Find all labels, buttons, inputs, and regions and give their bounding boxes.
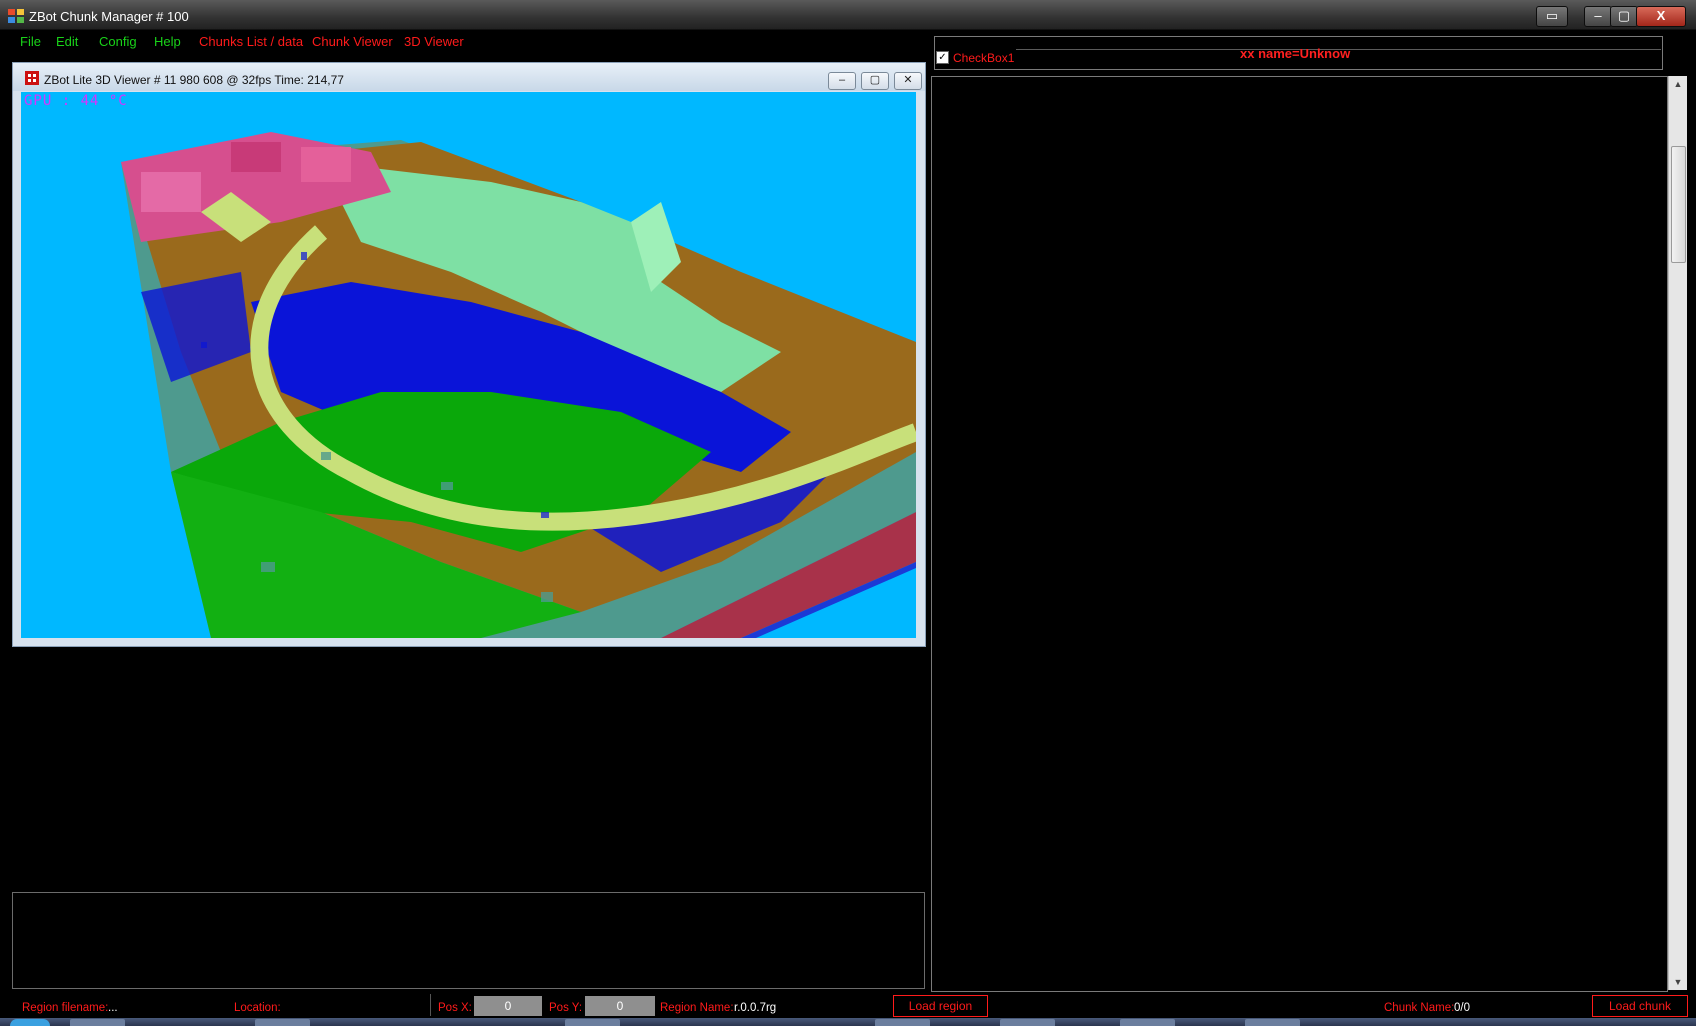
chunk-data-panel[interactable] xyxy=(931,76,1668,992)
viewer-window: ZBot Lite 3D Viewer # 11 980 608 @ 32fps… xyxy=(12,62,926,647)
menu-item-chunks-list-data[interactable]: Chunks List / data xyxy=(199,34,303,49)
chunk-name-display: xx name=Unknow xyxy=(1240,46,1351,61)
main-title-bar: ZBot Chunk Manager # 100 ▭ – ▢ X xyxy=(0,0,1696,30)
status-separator xyxy=(430,994,431,1016)
taskbar-item[interactable] xyxy=(565,1019,620,1026)
maximize-button[interactable]: ▢ xyxy=(1610,6,1638,27)
taskbar-item[interactable] xyxy=(1245,1019,1300,1026)
region-filename-value: ... xyxy=(108,1002,118,1014)
chunk-name-value: 0/0 xyxy=(1454,1002,1470,1014)
restore-all-button[interactable]: ▭ xyxy=(1536,6,1568,27)
checkbox1[interactable]: ✓ xyxy=(936,51,949,64)
pos-y-label: Pos Y: xyxy=(549,1002,583,1014)
load-region-button[interactable]: Load region xyxy=(893,995,988,1017)
pos-x-field[interactable]: 0 xyxy=(474,996,542,1016)
taskbar-item[interactable] xyxy=(1120,1019,1175,1026)
menu-item-chunk-viewer[interactable]: Chunk Viewer xyxy=(312,34,393,49)
menu-item-3d-viewer[interactable]: 3D Viewer xyxy=(404,34,464,49)
chunk-name-label: Chunk Name: xyxy=(1384,1002,1455,1014)
scroll-up-arrow-icon[interactable]: ▲ xyxy=(1669,76,1687,92)
taskbar-item[interactable] xyxy=(875,1019,930,1026)
viewer-maximize-button[interactable]: ▢ xyxy=(861,72,889,90)
region-filename-label: Region filename: xyxy=(22,1002,109,1014)
pos-y-field[interactable]: 0 xyxy=(585,996,655,1016)
status-bar: Region filename: ... Location: Pos X: 0 … xyxy=(0,994,1696,1018)
window-title: ZBot Chunk Manager # 100 xyxy=(29,9,189,24)
viewer-title: ZBot Lite 3D Viewer # 11 980 608 @ 32fps… xyxy=(44,73,344,87)
minimize-button[interactable]: – xyxy=(1584,6,1612,27)
taskbar-item[interactable] xyxy=(70,1019,125,1026)
log-textbox[interactable] xyxy=(12,892,925,989)
location-label: Location: xyxy=(234,1002,281,1014)
viewer-app-icon xyxy=(25,71,39,85)
region-name-value: r.0.0.7rg xyxy=(734,1002,777,1014)
viewer-title-bar[interactable]: ZBot Lite 3D Viewer # 11 980 608 @ 32fps… xyxy=(13,63,925,91)
viewer-close-button[interactable]: ✕ xyxy=(894,72,922,90)
scroll-down-arrow-icon[interactable]: ▼ xyxy=(1669,974,1687,990)
viewer-minimize-button[interactable]: – xyxy=(828,72,856,90)
menu-item-config[interactable]: Config xyxy=(99,34,137,49)
checkbox1-label[interactable]: CheckBox1 xyxy=(953,51,1014,65)
os-taskbar xyxy=(0,1018,1696,1026)
scrollbar-thumb[interactable] xyxy=(1671,146,1686,263)
3d-scene-canvas[interactable]: GPU : 44 °C xyxy=(21,92,916,638)
start-button[interactable] xyxy=(10,1019,50,1026)
gpu-temperature-overlay: GPU : 44 °C xyxy=(24,93,128,109)
load-chunk-button[interactable]: Load chunk xyxy=(1592,995,1688,1017)
menu-item-edit[interactable]: Edit xyxy=(56,34,78,49)
menu-item-help[interactable]: Help xyxy=(154,34,181,49)
menu-item-file[interactable]: File xyxy=(20,34,41,49)
region-name-label: Region Name: xyxy=(660,1002,734,1014)
right-panel-scrollbar[interactable]: ▲ ▼ xyxy=(1668,76,1687,990)
voxel-terrain-render xyxy=(121,132,916,638)
taskbar-item[interactable] xyxy=(255,1019,310,1026)
pos-x-label: Pos X: xyxy=(438,1002,472,1014)
taskbar-item[interactable] xyxy=(1000,1019,1055,1026)
close-button[interactable]: X xyxy=(1636,6,1686,27)
app-icon xyxy=(8,9,24,23)
